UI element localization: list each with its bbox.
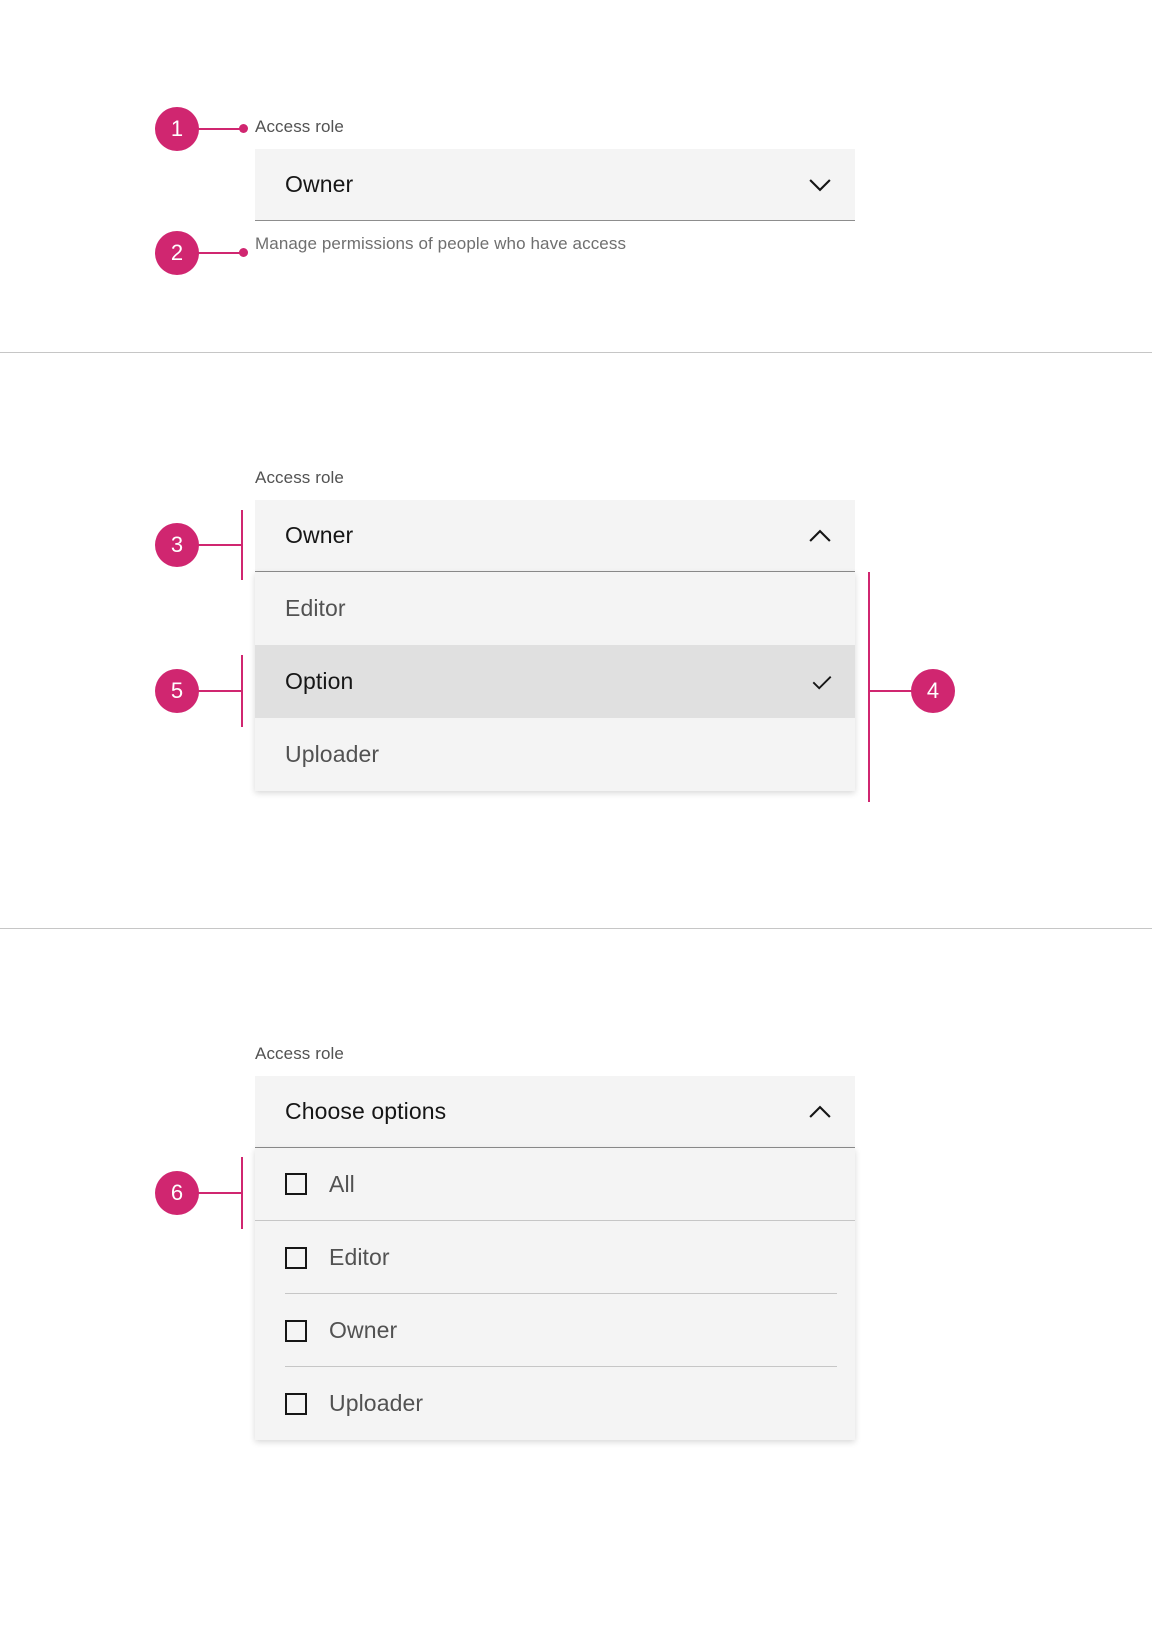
multiselect-option-label: Owner <box>329 1317 398 1343</box>
annotation-bracket-4 <box>868 572 870 802</box>
annotation-number: 2 <box>170 240 184 265</box>
field-label: Access role <box>255 468 344 487</box>
field-label: Access role <box>255 1044 344 1063</box>
checkbox-unchecked-icon[interactable] <box>285 1246 307 1269</box>
dropdown-option-list: Editor Option Uploader <box>255 572 855 791</box>
annotation-leader-3 <box>198 544 242 546</box>
dropdown-option-label: Option <box>285 668 354 694</box>
helper-text: Manage permissions of people who have ac… <box>255 234 627 253</box>
dropdown-closed-example: Access role Owner Manage permissions of … <box>255 118 855 252</box>
annotation-marker-2: 2 <box>155 231 199 275</box>
annotation-bracket-3 <box>241 510 243 580</box>
annotation-bracket-6 <box>241 1157 243 1229</box>
dropdown-option[interactable]: Uploader <box>255 718 855 791</box>
annotation-marker-4: 4 <box>911 669 955 713</box>
dropdown-option-label: Editor <box>285 595 346 621</box>
annotation-leader-6 <box>198 1192 242 1194</box>
section-divider-1 <box>0 352 1152 353</box>
dropdown-open-single-example: Access role Owner Editor Option Uploader <box>255 469 855 791</box>
annotation-marker-6: 6 <box>155 1171 199 1215</box>
chevron-up-icon[interactable] <box>803 1095 837 1129</box>
multiselect-option[interactable]: Owner <box>255 1294 855 1367</box>
dropdown-option[interactable]: Editor <box>255 572 855 645</box>
multiselect-option-label: Uploader <box>329 1390 424 1416</box>
dropdown-trigger-multi[interactable]: Choose options <box>255 1076 855 1148</box>
annotation-leader-2 <box>198 252 244 254</box>
annotation-leader-5 <box>198 690 242 692</box>
annotation-leader-1 <box>198 128 244 130</box>
dropdown-option-selected[interactable]: Option <box>255 645 855 718</box>
dropdown-selected-value: Owner <box>285 171 354 197</box>
annotation-bracket-5 <box>241 655 243 727</box>
annotation-number: 4 <box>926 678 940 703</box>
dropdown-trigger-open[interactable]: Owner <box>255 500 855 572</box>
dropdown-option-label: Uploader <box>285 741 380 767</box>
checkbox-unchecked-icon[interactable] <box>285 1392 307 1415</box>
multiselect-option-list: All Editor Owner Uploader <box>255 1148 855 1440</box>
dropdown-selected-value: Owner <box>285 522 354 548</box>
annotation-number: 6 <box>170 1180 184 1205</box>
annotation-number: 1 <box>170 116 184 141</box>
multiselect-option[interactable]: Uploader <box>255 1367 855 1440</box>
dropdown-trigger-closed[interactable]: Owner <box>255 149 855 221</box>
dropdown-open-multi-example: Access role Choose options All Editor Ow… <box>255 1045 855 1440</box>
annotation-marker-5: 5 <box>155 669 199 713</box>
annotation-leader-dot-2 <box>239 248 248 257</box>
chevron-up-icon[interactable] <box>803 519 837 553</box>
checkmark-icon <box>807 667 837 697</box>
annotation-number: 5 <box>170 678 184 703</box>
section-divider-2 <box>0 928 1152 929</box>
annotation-marker-1: 1 <box>155 107 199 151</box>
checkbox-unchecked-icon[interactable] <box>285 1173 307 1195</box>
multiselect-option-all[interactable]: All <box>255 1148 855 1221</box>
annotation-leader-4 <box>868 690 913 692</box>
multiselect-option-label: Editor <box>329 1244 390 1270</box>
dropdown-placeholder-value: Choose options <box>285 1098 447 1124</box>
annotation-number: 3 <box>170 532 184 557</box>
annotation-leader-dot-1 <box>239 124 248 133</box>
annotated-dropdown-spec: Access role Owner Manage permissions of … <box>0 0 1152 1631</box>
multiselect-option[interactable]: Editor <box>255 1221 855 1294</box>
multiselect-option-label: All <box>329 1170 355 1197</box>
chevron-down-icon[interactable] <box>803 168 837 202</box>
field-label: Access role <box>255 117 344 136</box>
annotation-marker-3: 3 <box>155 523 199 567</box>
checkbox-unchecked-icon[interactable] <box>285 1319 307 1342</box>
